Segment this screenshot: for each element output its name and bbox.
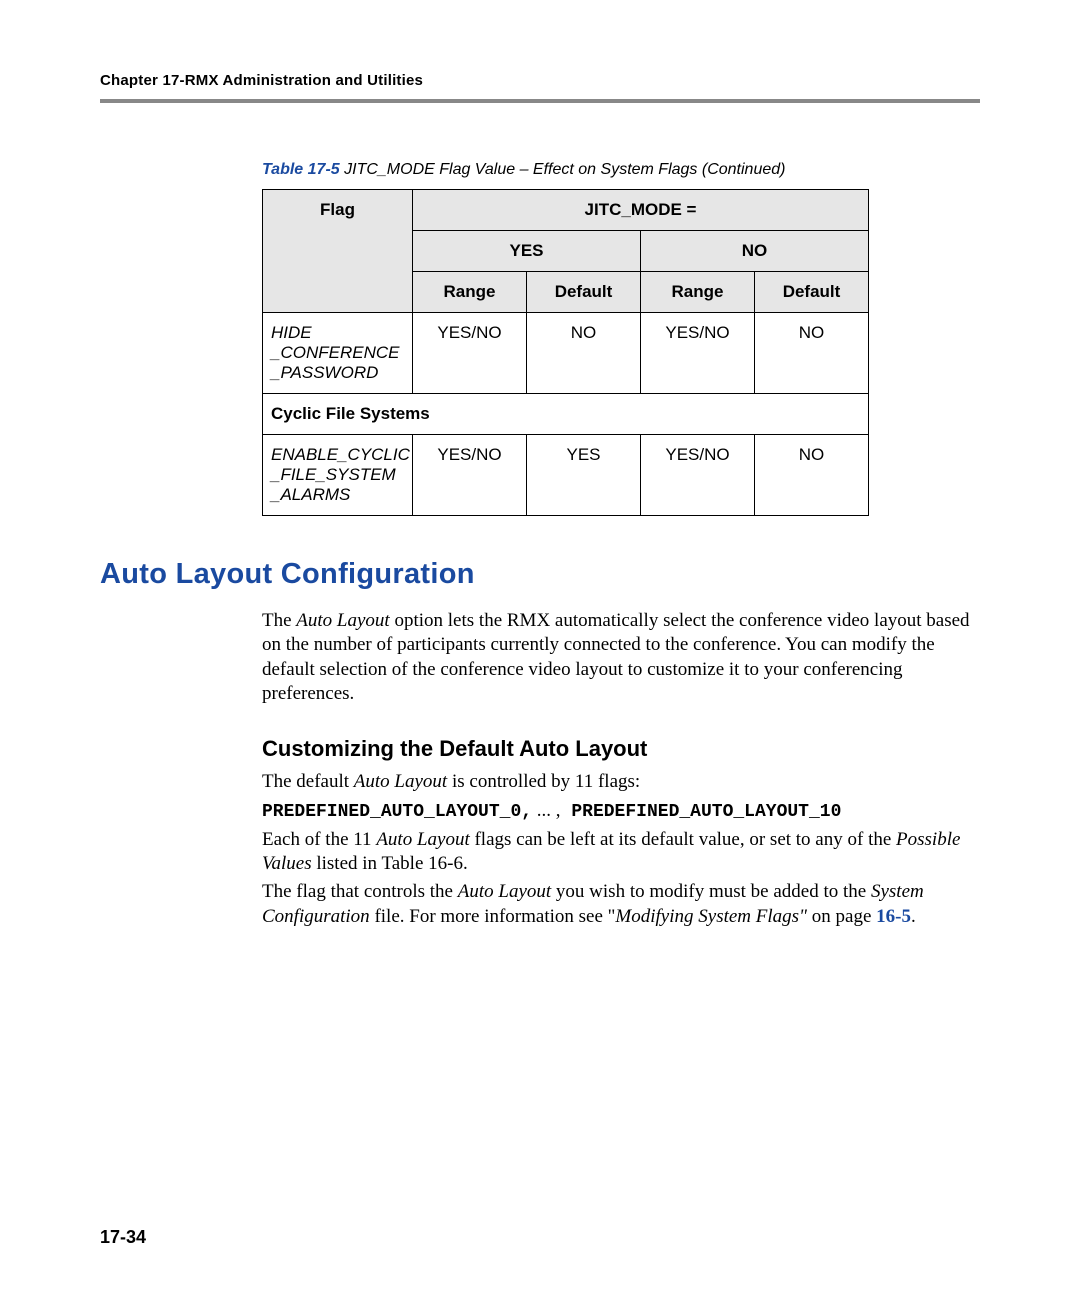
cell-yes-range: YES/NO	[413, 313, 527, 394]
table-wrap: Flag JITC_MODE = YES NO Range Default Ra…	[262, 189, 980, 516]
table-body: HIDE _CONFERENCE _PASSWORD YES/NO NO YES…	[263, 313, 869, 516]
heading-auto-layout-config: Auto Layout Configuration	[100, 558, 980, 591]
text: Each of the 11	[262, 829, 376, 850]
flag-line: _FILE_SYSTEM	[271, 465, 396, 484]
th-no-range: Range	[641, 272, 755, 313]
cell-flag: HIDE _CONFERENCE _PASSWORD	[263, 313, 413, 394]
running-head: Chapter 17-RMX Administration and Utilit…	[100, 72, 980, 89]
text: listed in Table 16-6.	[312, 853, 468, 874]
cell-yes-default: YES	[527, 435, 641, 516]
text: flags can be left at its default value, …	[470, 829, 896, 850]
text: you wish to modify must be added to the	[551, 881, 871, 902]
code-text: PREDEFINED_AUTO_LAYOUT_10	[561, 802, 842, 822]
cell-section: Cyclic File Systems	[263, 394, 869, 435]
heading-customizing-default-auto-layout: Customizing the Default Auto Layout	[262, 736, 980, 762]
flag-line: _ALARMS	[271, 485, 350, 504]
th-no-default: Default	[755, 272, 869, 313]
text: is controlled by 11 flags:	[447, 771, 640, 792]
text: The	[262, 610, 296, 631]
header-rule	[100, 99, 980, 103]
table-row: HIDE _CONFERENCE _PASSWORD YES/NO NO YES…	[263, 313, 869, 394]
text: .	[911, 906, 916, 927]
emphasis: Auto Layout	[354, 771, 447, 792]
flag-line: _CONFERENCE	[271, 343, 399, 362]
cell-no-range: YES/NO	[641, 435, 755, 516]
body-block-2: The default Auto Layout is controlled by…	[262, 770, 980, 929]
flag-line: _PASSWORD	[271, 363, 378, 382]
text: The default	[262, 771, 354, 792]
page-number: 17-34	[100, 1227, 146, 1248]
cell-yes-default: NO	[527, 313, 641, 394]
text: ... ,	[532, 800, 561, 821]
flag-line: HIDE	[271, 323, 312, 342]
code-text: PREDEFINED_AUTO_LAYOUT_0,	[262, 802, 532, 822]
paragraph: The default Auto Layout is controlled by…	[262, 770, 980, 794]
th-jitc-mode: JITC_MODE =	[413, 190, 869, 231]
th-no: NO	[641, 231, 869, 272]
paragraph: The flag that controls the Auto Layout y…	[262, 880, 980, 929]
emphasis: Modifying System Flags"	[615, 906, 807, 927]
cell-no-default: NO	[755, 313, 869, 394]
body-block-1: The Auto Layout option lets the RMX auto…	[262, 609, 980, 706]
th-yes-default: Default	[527, 272, 641, 313]
flags-table: Flag JITC_MODE = YES NO Range Default Ra…	[262, 189, 869, 516]
table-row: ENABLE_CYCLIC _FILE_SYSTEM _ALARMS YES/N…	[263, 435, 869, 516]
text: The flag that controls the	[262, 881, 458, 902]
cross-reference-link[interactable]: 16-5	[876, 906, 911, 927]
th-flag: Flag	[263, 190, 413, 313]
table-caption-text: JITC_MODE Flag Value – Effect on System …	[340, 161, 786, 178]
paragraph: Each of the 11 Auto Layout flags can be …	[262, 828, 980, 877]
text: on page	[807, 906, 876, 927]
cell-no-default: NO	[755, 435, 869, 516]
table-head: Flag JITC_MODE = YES NO Range Default Ra…	[263, 190, 869, 313]
paragraph: PREDEFINED_AUTO_LAYOUT_0, ... , PREDEFIN…	[262, 799, 980, 824]
page: Chapter 17-RMX Administration and Utilit…	[0, 0, 1080, 1306]
table-caption-label: Table 17-5	[262, 161, 340, 178]
th-yes-range: Range	[413, 272, 527, 313]
emphasis: Auto Layout	[458, 881, 551, 902]
emphasis: Auto Layout	[376, 829, 469, 850]
emphasis: Auto Layout	[296, 610, 389, 631]
text: file. For more information see "	[370, 906, 616, 927]
table-section-row: Cyclic File Systems	[263, 394, 869, 435]
paragraph: The Auto Layout option lets the RMX auto…	[262, 609, 980, 706]
flag-line: ENABLE_CYCLIC	[271, 445, 410, 464]
th-yes: YES	[413, 231, 641, 272]
cell-flag: ENABLE_CYCLIC _FILE_SYSTEM _ALARMS	[263, 435, 413, 516]
cell-no-range: YES/NO	[641, 313, 755, 394]
cell-yes-range: YES/NO	[413, 435, 527, 516]
table-caption: Table 17-5 JITC_MODE Flag Value – Effect…	[262, 161, 980, 179]
